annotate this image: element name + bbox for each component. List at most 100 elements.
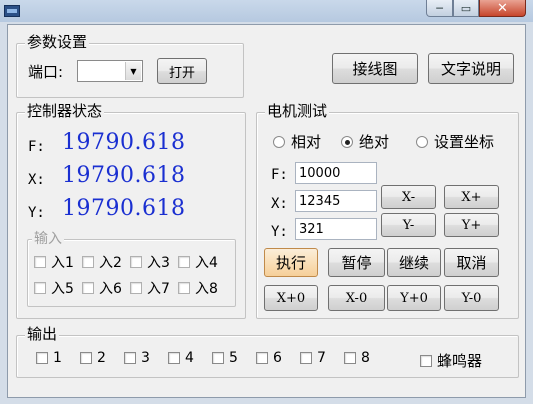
- output-checkbox-6[interactable]: 6: [256, 350, 282, 366]
- params-legend: 参数设置: [25, 33, 90, 51]
- output-checkbox-4[interactable]: 4: [168, 350, 194, 366]
- checkbox-icon: [80, 352, 92, 364]
- port-select[interactable]: ▼: [77, 60, 143, 82]
- input-checkbox-5[interactable]: 入5: [34, 278, 74, 298]
- y-plus-zero-button[interactable]: Y+0: [387, 285, 441, 311]
- jog-x-plus-button[interactable]: X+: [444, 185, 499, 209]
- checkbox-icon: [168, 352, 180, 364]
- checkbox-icon: [34, 282, 46, 294]
- buzzer-checkbox[interactable]: 蜂鸣器: [420, 350, 482, 371]
- maximize-button[interactable]: ▭: [453, 0, 479, 17]
- output-8-label: 8: [361, 350, 370, 366]
- client-area: 参数设置 端口: ▼ 打开 接线图 文字说明 控制器状态 F: 19790.61…: [7, 24, 526, 398]
- checkbox-icon: [420, 354, 432, 367]
- checkbox-icon: [82, 256, 94, 268]
- output-checkbox-3[interactable]: 3: [124, 350, 150, 366]
- checkbox-icon: [124, 352, 136, 364]
- radio-set-coordinates[interactable]: 设置坐标: [416, 131, 494, 152]
- output-checkbox-1[interactable]: 1: [36, 350, 62, 366]
- close-icon: ✕: [497, 0, 508, 16]
- minimize-icon: ─: [436, 1, 443, 15]
- cancel-button[interactable]: 取消: [444, 248, 499, 277]
- output-legend: 输出: [25, 325, 60, 343]
- input-checkbox-4[interactable]: 入4: [178, 252, 218, 272]
- f-input[interactable]: [295, 162, 377, 184]
- jog-y-plus-button[interactable]: Y+: [444, 213, 499, 237]
- x-plus-zero-button[interactable]: X+0: [264, 285, 318, 311]
- input-checkbox-8[interactable]: 入8: [178, 278, 218, 298]
- motor-test-group: 电机测试 相对 绝对 设置坐标 F: X: Y: X- X+ Y- Y+ 执行 …: [256, 102, 519, 319]
- input-checkbox-3[interactable]: 入3: [130, 252, 170, 272]
- input-5-label: 入5: [51, 281, 74, 297]
- output-checkbox-5[interactable]: 5: [212, 350, 238, 366]
- maximize-icon: ▭: [460, 1, 472, 15]
- chevron-down-icon[interactable]: ▼: [125, 62, 141, 80]
- input-checkbox-6[interactable]: 入6: [82, 278, 122, 298]
- input-checkbox-7[interactable]: 入7: [130, 278, 170, 298]
- y-input[interactable]: [295, 218, 377, 240]
- input-8-label: 入8: [195, 281, 218, 297]
- motor-test-legend: 电机测试: [265, 102, 330, 120]
- status-f-label: F:: [28, 139, 45, 155]
- output-6-label: 6: [273, 350, 282, 366]
- radio-absolute-label: 绝对: [359, 133, 390, 151]
- input-3-label: 入3: [147, 255, 170, 271]
- checkbox-icon: [300, 352, 312, 364]
- x-input[interactable]: [295, 190, 377, 212]
- checkbox-icon: [130, 282, 142, 294]
- x-minus-zero-button[interactable]: X-0: [328, 285, 385, 311]
- title-bar[interactable]: ─ ▭ ✕: [0, 0, 533, 22]
- checkbox-icon: [82, 282, 94, 294]
- checkbox-icon: [178, 256, 190, 268]
- minimize-button[interactable]: ─: [426, 0, 453, 17]
- output-checkbox-2[interactable]: 2: [80, 350, 106, 366]
- open-button[interactable]: 打开: [157, 58, 207, 84]
- text-help-button[interactable]: 文字说明: [428, 53, 514, 84]
- status-x-label: X:: [28, 172, 45, 188]
- output-2-label: 2: [97, 350, 106, 366]
- radio-absolute[interactable]: 绝对: [341, 131, 389, 152]
- status-x-value: 19790.618: [62, 163, 186, 188]
- radio-selected-icon: [341, 135, 353, 148]
- checkbox-icon: [256, 352, 268, 364]
- input-checkbox-2[interactable]: 入2: [82, 252, 122, 272]
- inputs-legend: 输入: [32, 230, 64, 248]
- y-minus-zero-button[interactable]: Y-0: [444, 285, 499, 311]
- radio-icon: [273, 135, 285, 148]
- jog-x-minus-button[interactable]: X-: [381, 185, 436, 209]
- jog-y-minus-button[interactable]: Y-: [381, 213, 436, 237]
- app-icon: [4, 5, 20, 17]
- radio-relative-label: 相对: [291, 133, 322, 151]
- port-label: 端口:: [28, 63, 64, 81]
- status-f-value: 19790.618: [62, 130, 186, 155]
- params-group: 参数设置 端口: ▼ 打开: [16, 33, 244, 98]
- wiring-diagram-button[interactable]: 接线图: [332, 53, 418, 84]
- checkbox-icon: [212, 352, 224, 364]
- inputs-group: 输入 入1 入2 入3 入4 入5 入6 入7 入8: [27, 230, 236, 307]
- output-checkbox-8[interactable]: 8: [344, 350, 370, 366]
- checkbox-icon: [34, 256, 46, 268]
- status-group: 控制器状态 F: 19790.618 X: 19790.618 Y: 19790…: [16, 102, 246, 319]
- radio-icon: [416, 135, 428, 148]
- field-f-label: F:: [271, 167, 288, 183]
- radio-set-coordinates-label: 设置坐标: [434, 133, 495, 151]
- output-checkbox-7[interactable]: 7: [300, 350, 326, 366]
- field-y-label: Y:: [271, 224, 288, 240]
- input-6-label: 入6: [99, 281, 122, 297]
- output-5-label: 5: [229, 350, 238, 366]
- input-1-label: 入1: [51, 255, 74, 271]
- status-y-value: 19790.618: [62, 196, 186, 221]
- status-legend: 控制器状态: [25, 102, 105, 120]
- input-2-label: 入2: [99, 255, 122, 271]
- checkbox-icon: [36, 352, 48, 364]
- resume-button[interactable]: 继续: [387, 248, 441, 277]
- output-group: 输出 1 2 3 4 5 6 7 8 蜂鸣器: [16, 325, 519, 378]
- execute-button[interactable]: 执行: [264, 248, 318, 277]
- app-window: ─ ▭ ✕ 参数设置 端口: ▼ 打开 接线图 文字说明 控制器状态 F: 19…: [0, 0, 533, 404]
- radio-relative[interactable]: 相对: [273, 131, 321, 152]
- close-button[interactable]: ✕: [479, 0, 526, 17]
- input-checkbox-1[interactable]: 入1: [34, 252, 74, 272]
- output-3-label: 3: [141, 350, 150, 366]
- pause-button[interactable]: 暂停: [328, 248, 385, 277]
- input-7-label: 入7: [147, 281, 170, 297]
